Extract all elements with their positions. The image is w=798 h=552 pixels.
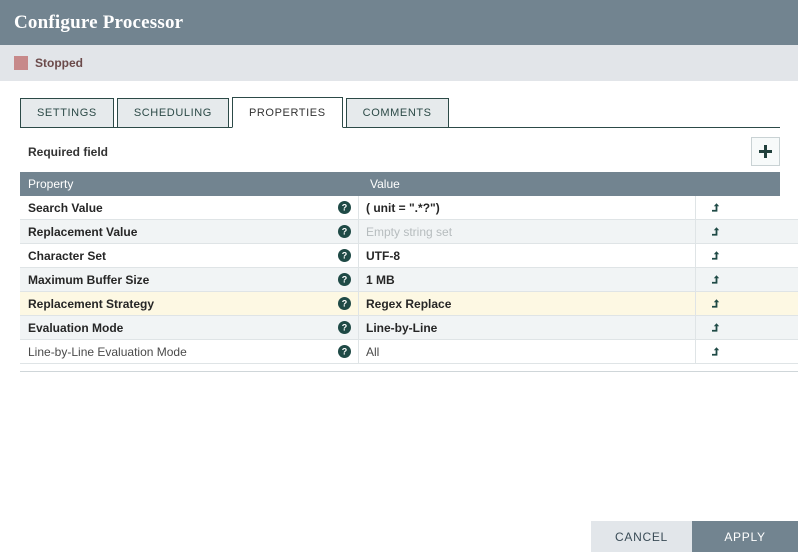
column-header-property: Property (28, 177, 74, 191)
table-row[interactable]: Line-by-Line Evaluation Mode ? All (20, 340, 798, 364)
tab-properties-label: PROPERTIES (248, 106, 326, 119)
processor-status-bar: Stopped (0, 45, 798, 81)
tab-strip: SETTINGS SCHEDULING PROPERTIES COMMENTS (0, 81, 798, 128)
goto-arrow-icon[interactable] (710, 346, 721, 358)
property-label: Replacement Strategy (28, 296, 155, 311)
help-circle-icon[interactable]: ? (338, 297, 351, 310)
property-label: Search Value (28, 200, 103, 215)
goto-arrow-icon[interactable] (710, 274, 721, 286)
tab-underline (20, 127, 780, 128)
property-value-cell[interactable]: All (358, 340, 696, 363)
property-name-cell: Maximum Buffer Size ? (20, 268, 358, 291)
table-header-row: Property Value (20, 172, 780, 196)
goto-arrow-icon[interactable] (710, 322, 721, 334)
status-label: Stopped (35, 56, 83, 70)
table-row[interactable]: Replacement Strategy ? Regex Replace (20, 292, 798, 316)
tab-list: SETTINGS SCHEDULING PROPERTIES COMMENTS (20, 97, 452, 128)
property-label: Evaluation Mode (28, 320, 124, 335)
svg-text:?: ? (342, 323, 348, 333)
table-bottom-border (20, 371, 798, 372)
help-circle-icon[interactable]: ? (338, 273, 351, 286)
svg-text:?: ? (342, 251, 348, 261)
property-name-cell: Line-by-Line Evaluation Mode ? (20, 340, 358, 363)
help-circle-icon[interactable]: ? (338, 249, 351, 262)
property-name-cell: Replacement Value ? (20, 220, 358, 243)
tab-comments[interactable]: COMMENTS (345, 98, 449, 128)
table-row[interactable]: Replacement Value ? Empty string set (20, 220, 798, 244)
property-name-cell: Replacement Strategy ? (20, 292, 358, 315)
property-action-cell (696, 220, 798, 243)
property-label: Replacement Value (28, 224, 138, 239)
property-name-cell: Search Value ? (20, 196, 358, 219)
property-label: Character Set (28, 248, 107, 263)
properties-toolbar: Required field (20, 137, 780, 172)
help-circle-icon[interactable]: ? (338, 321, 351, 334)
tab-scheduling[interactable]: SCHEDULING (116, 98, 229, 128)
svg-text:?: ? (342, 203, 348, 213)
properties-table: Property Value Search Value ? ( unit = "… (20, 172, 798, 364)
dialog-footer: CANCEL APPLY (0, 521, 798, 552)
svg-text:?: ? (342, 227, 348, 237)
property-action-cell (696, 316, 798, 339)
tab-properties[interactable]: PROPERTIES (231, 97, 343, 128)
tab-settings-label: SETTINGS (37, 107, 97, 119)
property-action-cell (696, 268, 798, 291)
apply-button[interactable]: APPLY (692, 521, 798, 552)
dialog-title: Configure Processor (14, 11, 184, 33)
tab-settings[interactable]: SETTINGS (20, 98, 114, 128)
add-property-button[interactable] (751, 137, 780, 166)
svg-text:?: ? (342, 299, 348, 309)
svg-text:?: ? (342, 275, 348, 285)
property-value-cell[interactable]: ( unit = ".*?") (358, 196, 696, 219)
goto-arrow-icon[interactable] (710, 250, 721, 262)
property-value-cell[interactable]: Line-by-Line (358, 316, 696, 339)
plus-icon (758, 144, 773, 159)
property-value-cell[interactable]: 1 MB (358, 268, 696, 291)
table-row[interactable]: Character Set ? UTF-8 (20, 244, 798, 268)
column-header-value: Value (370, 177, 400, 191)
svg-text:?: ? (342, 347, 348, 357)
table-row[interactable]: Maximum Buffer Size ? 1 MB (20, 268, 798, 292)
property-name-cell: Evaluation Mode ? (20, 316, 358, 339)
help-circle-icon[interactable]: ? (338, 345, 351, 358)
property-label: Maximum Buffer Size (28, 272, 150, 287)
table-row[interactable]: Evaluation Mode ? Line-by-Line (20, 316, 798, 340)
goto-arrow-icon[interactable] (710, 226, 721, 238)
property-name-cell: Character Set ? (20, 244, 358, 267)
required-field-label: Required field (28, 145, 109, 159)
help-circle-icon[interactable]: ? (338, 201, 351, 214)
tab-scheduling-label: SCHEDULING (133, 107, 212, 119)
property-value-cell[interactable]: Empty string set (358, 220, 696, 243)
cancel-button[interactable]: CANCEL (591, 521, 692, 552)
property-action-cell (696, 340, 798, 363)
table-row[interactable]: Search Value ? ( unit = ".*?") (20, 196, 798, 220)
dialog-titlebar: Configure Processor (0, 0, 798, 45)
goto-arrow-icon[interactable] (710, 202, 721, 214)
goto-arrow-icon[interactable] (710, 298, 721, 310)
tab-comments-label: COMMENTS (362, 107, 432, 119)
property-action-cell (696, 196, 798, 219)
property-label: Line-by-Line Evaluation Mode (28, 344, 187, 359)
status-swatch-icon (14, 56, 28, 70)
property-value-cell[interactable]: UTF-8 (358, 244, 696, 267)
help-circle-icon[interactable]: ? (338, 225, 351, 238)
property-action-cell (696, 244, 798, 267)
property-action-cell (696, 292, 798, 315)
property-value-cell[interactable]: Regex Replace (358, 292, 696, 315)
